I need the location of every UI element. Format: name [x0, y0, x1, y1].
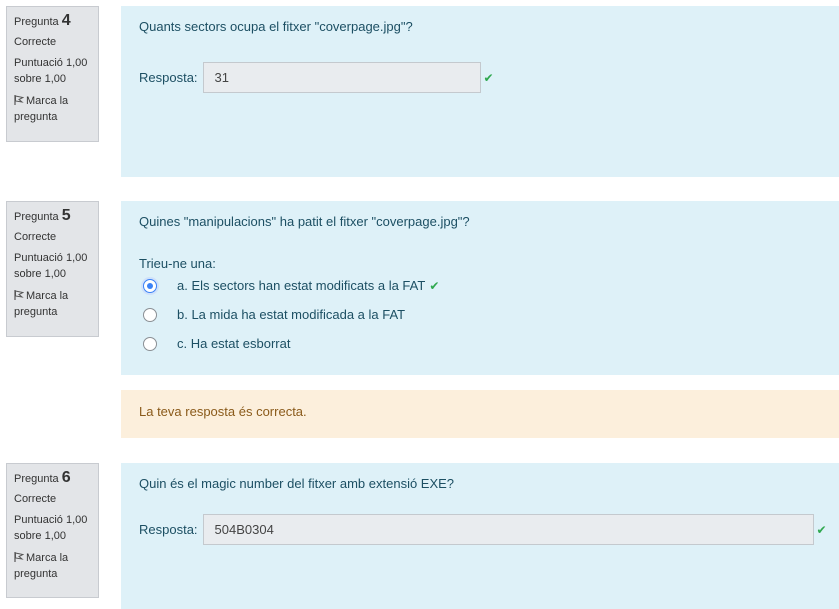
- question-content-5: Quines "manipulacions" ha patit el fitxe…: [121, 201, 839, 375]
- question-number: 4: [61, 12, 71, 29]
- flag-question-link[interactable]: Marca la pregunta: [14, 550, 91, 582]
- flag-question-link[interactable]: Marca la pregunta: [14, 93, 91, 125]
- flag-label: Marca la: [26, 290, 69, 302]
- answer-input[interactable]: 31: [202, 62, 481, 93]
- radio-option-c[interactable]: [143, 336, 157, 351]
- radio-option-a[interactable]: [143, 278, 157, 293]
- correct-check-icon: ✔: [483, 70, 494, 85]
- flag-label-2: pregunta: [14, 306, 58, 318]
- question-state: Correcte: [14, 36, 57, 48]
- flag-label: Marca la: [26, 552, 69, 564]
- flag-icon: [14, 552, 24, 562]
- flag-label: Marca la: [26, 95, 69, 107]
- option-b-label: b. La mida ha estat modificada a la FAT: [177, 307, 406, 322]
- correct-check-icon: ✔: [429, 278, 440, 293]
- question-grade-max: sobre 1,00: [14, 530, 66, 542]
- question-grade: Puntuació 1,00: [14, 514, 88, 526]
- question-grade: Puntuació 1,00: [14, 57, 88, 69]
- question-grade-max: sobre 1,00: [14, 73, 66, 85]
- radio-option-b[interactable]: [143, 307, 157, 322]
- flag-question-link[interactable]: Marca la pregunta: [14, 288, 91, 320]
- answer-input[interactable]: 504B0304: [202, 514, 814, 545]
- option-c[interactable]: c. Ha estat esborrat: [143, 336, 290, 351]
- question-number: 6: [61, 469, 71, 486]
- feedback-message: La teva resposta és correcta.: [121, 390, 839, 438]
- flag-icon: [14, 95, 24, 105]
- question-content-4: Quants sectors ocupa el fitxer "coverpag…: [121, 6, 839, 177]
- question-grade-max: sobre 1,00: [14, 268, 66, 280]
- question-label: Pregunta: [14, 16, 59, 28]
- question-grade: Puntuació 1,00: [14, 252, 88, 264]
- option-a[interactable]: a. Els sectors han estat modificats a la…: [143, 278, 439, 293]
- question-info-4: Pregunta 4 Correcte Puntuació 1,00 sobre …: [6, 6, 99, 142]
- question-text: Quines "manipulacions" ha patit el fitxe…: [139, 214, 470, 229]
- option-b[interactable]: b. La mida ha estat modificada a la FAT: [143, 307, 405, 322]
- question-content-6: Quin és el magic number del fitxer amb e…: [121, 463, 839, 609]
- question-state: Correcte: [14, 231, 57, 243]
- answer-label: Resposta:: [139, 70, 198, 85]
- flag-label-2: pregunta: [14, 568, 58, 580]
- flag-label-2: pregunta: [14, 111, 58, 123]
- question-text: Quin és el magic number del fitxer amb e…: [139, 476, 455, 491]
- option-c-label: c. Ha estat esborrat: [177, 336, 291, 351]
- choice-prompt: Trieu-ne una:: [139, 256, 216, 271]
- question-state: Correcte: [14, 493, 57, 505]
- question-text: Quants sectors ocupa el fitxer "coverpag…: [139, 19, 413, 34]
- answer-label: Resposta:: [139, 522, 198, 537]
- question-label: Pregunta: [14, 473, 59, 485]
- correct-check-icon: ✔: [816, 522, 827, 537]
- question-info-6: Pregunta 6 Correcte Puntuació 1,00 sobre …: [6, 463, 99, 598]
- option-a-label: a. Els sectors han estat modificats a la…: [177, 278, 426, 293]
- question-info-5: Pregunta 5 Correcte Puntuació 1,00 sobre …: [6, 201, 99, 337]
- flag-icon: [14, 290, 24, 300]
- question-label: Pregunta: [14, 211, 59, 223]
- question-number: 5: [61, 207, 71, 224]
